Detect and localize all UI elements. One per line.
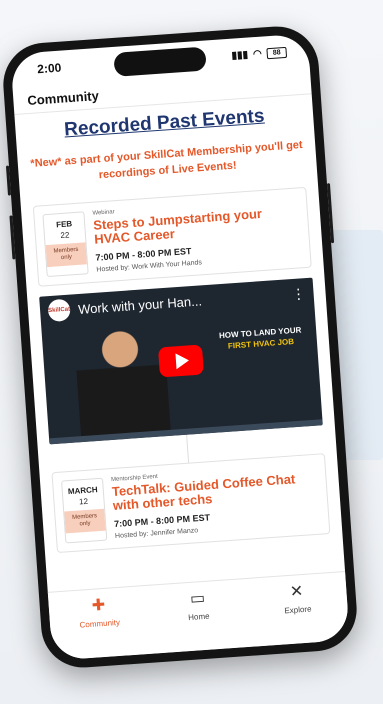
wifi-icon: ◠	[252, 48, 263, 60]
status-time: 2:00	[36, 60, 62, 77]
header-title: Community	[26, 87, 100, 108]
members-only-badge: Members only	[64, 508, 106, 534]
event-day: 12	[78, 496, 89, 507]
book-icon: ▭	[189, 589, 206, 608]
bottom-tab-bar: ✚ Community ▭ Home ✕ Explore	[47, 571, 350, 661]
video-top-bar: SkillCat Work with your Han... ⋮	[39, 278, 314, 327]
tab-label: Home	[187, 611, 210, 623]
phone-power-button	[326, 183, 335, 244]
event-date-box: MARCH 12 Members only	[61, 477, 108, 544]
event-month: FEB	[55, 219, 73, 230]
video-player[interactable]: SkillCat Work with your Han... ⋮ HOW TO …	[39, 277, 323, 445]
phone-side-button	[5, 165, 12, 196]
tab-label: Explore	[284, 604, 312, 616]
event-day: 22	[60, 230, 70, 241]
tab-label: Community	[79, 617, 121, 630]
event-info: Mentorship Event TechTalk: Guided Coffee…	[111, 463, 321, 540]
promo-text: *New* as part of your SkillCat Membershi…	[30, 138, 304, 182]
play-button[interactable]	[157, 344, 204, 378]
channel-logo[interactable]: SkillCat	[47, 298, 71, 323]
battery-icon: 88	[266, 46, 288, 59]
event-info: Webinar Steps to Jumpstarting your HVAC …	[92, 196, 302, 274]
play-icon	[175, 352, 190, 370]
video-title[interactable]: Work with your Han...	[78, 287, 285, 317]
status-icons: ▮▮▮ ◠ 88	[231, 46, 288, 62]
phone-screen: 2:00 ▮▮▮ ◠ 88 Community Recorded Past Ev…	[10, 33, 350, 661]
phone-volume-button	[9, 215, 16, 260]
tab-community[interactable]: ✚ Community	[63, 595, 135, 631]
event-card[interactable]: FEB 22 Members only Webinar Steps to Jum…	[32, 186, 312, 287]
timeline-connector	[185, 434, 189, 463]
video-thumbnail-person	[73, 322, 171, 439]
phone-frame: 2:00 ▮▮▮ ◠ 88 Community Recorded Past Ev…	[0, 23, 360, 671]
more-options-icon[interactable]: ⋮	[291, 285, 306, 303]
members-only-badge: Members only	[45, 242, 88, 268]
tab-explore[interactable]: ✕ Explore	[261, 581, 333, 617]
tools-icon: ✕	[289, 583, 304, 601]
community-icon: ✚	[91, 596, 106, 615]
thumbnail-text: HOW TO LAND YOUR FIRST HVAC JOB	[214, 324, 307, 352]
signal-icon: ▮▮▮	[231, 49, 249, 62]
tab-home[interactable]: ▭ Home	[162, 588, 234, 624]
content-area[interactable]: Recorded Past Events *New* as part of yo…	[14, 94, 343, 568]
event-month: MARCH	[67, 485, 98, 497]
event-card[interactable]: MARCH 12 Members only Mentorship Event T…	[51, 453, 331, 554]
event-date-box: FEB 22 Members only	[42, 211, 89, 278]
